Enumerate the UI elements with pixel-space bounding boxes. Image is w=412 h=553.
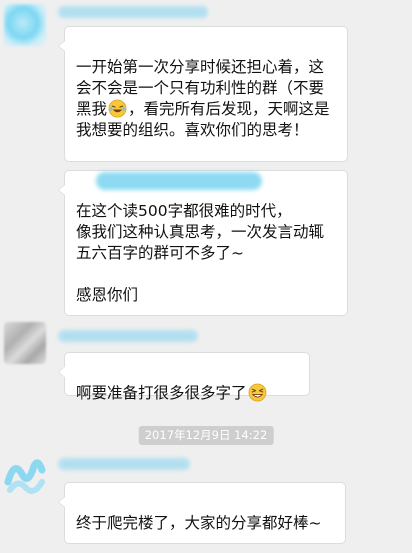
- message-text-signoff: 感恩你们: [76, 286, 139, 304]
- message-text: 终于爬完楼了，大家的分享都好棒~: [76, 514, 322, 532]
- avatar[interactable]: [4, 452, 46, 494]
- avatar[interactable]: [4, 4, 46, 46]
- message-text-redacted: [96, 172, 262, 190]
- sender-name-redacted: [58, 330, 198, 342]
- message-bubble[interactable]: 一开始第一次分享时候还担心着，这会不会是一个只有功利性的群（不要黑我 ，看完所有后…: [58, 26, 348, 162]
- grin-sweat-emoji: [248, 383, 266, 402]
- avatar[interactable]: [4, 322, 46, 364]
- message-text: 啊要准备打很多很多字了: [76, 384, 247, 402]
- timestamp: 2017年12月9日 14:22: [138, 426, 274, 445]
- message-text: 在这个读500字都很难的时代， 像我们这种认真思考，一次发言动辄五六百字的群可不…: [76, 202, 325, 262]
- sender-name-redacted: [58, 6, 208, 18]
- message-bubble[interactable]: 在这个读500字都很难的时代， 像我们这种认真思考，一次发言动辄五六百字的群可不…: [58, 170, 348, 316]
- message-bubble[interactable]: 终于爬完楼了，大家的分享都好棒~: [58, 482, 346, 544]
- sender-name-redacted: [58, 458, 190, 470]
- laughing-tears-emoji: [108, 99, 127, 118]
- avatar-scribble-icon: [4, 459, 46, 494]
- message-bubble[interactable]: 啊要准备打很多很多字了: [58, 352, 310, 402]
